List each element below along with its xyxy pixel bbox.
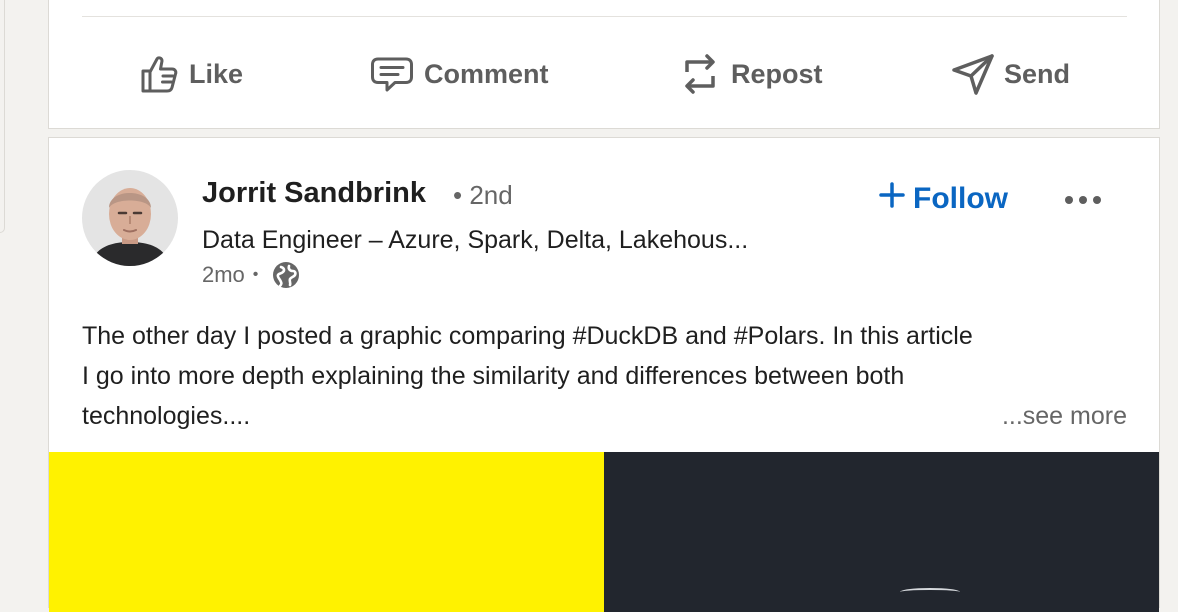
- author-name[interactable]: Jorrit Sandbrink: [202, 177, 426, 210]
- comment-icon: [370, 54, 414, 94]
- more-dot: [1093, 196, 1101, 204]
- send-label: Send: [1004, 58, 1071, 89]
- author-avatar[interactable]: [82, 170, 178, 266]
- more-dot: [1079, 196, 1087, 204]
- like-label: Like: [189, 58, 244, 89]
- author-headline: Data Engineer – Azure, Spark, Delta, Lak…: [202, 226, 749, 254]
- send-icon: [952, 53, 994, 95]
- repost-button[interactable]: Repost: [679, 34, 823, 114]
- repost-icon: [679, 51, 721, 97]
- plus-icon: [879, 182, 905, 216]
- post-body: The other day I posted a graphic compari…: [82, 316, 1127, 436]
- post-image[interactable]: [49, 452, 1159, 612]
- see-more-link[interactable]: ...see more: [1002, 396, 1127, 436]
- post-meta: 2mo •: [202, 261, 300, 289]
- post-age: 2mo: [202, 262, 245, 287]
- connection-degree: • 2nd: [453, 180, 513, 210]
- comment-button[interactable]: Comment: [370, 34, 549, 114]
- media-dark-panel: [604, 452, 1159, 612]
- globe-icon: [272, 261, 300, 289]
- follow-button[interactable]: Follow: [879, 182, 1008, 216]
- post-text-line: The other day I posted a graphic compari…: [82, 322, 973, 350]
- social-action-bar: Like Comment Repost Send: [49, 34, 1159, 114]
- thumbs-up-icon: [139, 54, 179, 94]
- media-graphic-fragment: [900, 588, 960, 596]
- left-panel-edge: [0, 0, 5, 233]
- send-button[interactable]: Send: [952, 34, 1070, 114]
- repost-label: Repost: [731, 58, 823, 89]
- post-text-line: I go into more depth explaining the simi…: [82, 362, 905, 390]
- previous-post-card: Like Comment Repost Send: [48, 0, 1160, 129]
- more-dot: [1065, 196, 1073, 204]
- more-options-button[interactable]: [1065, 196, 1101, 204]
- meta-separator: •: [252, 266, 259, 283]
- post-text-line: technologies....: [82, 402, 251, 430]
- feed-post-card: Jorrit Sandbrink • 2nd Data Engineer – A…: [48, 137, 1160, 612]
- social-counts-divider: [82, 16, 1127, 17]
- media-yellow-panel: [49, 452, 604, 612]
- like-button[interactable]: Like: [139, 34, 243, 114]
- follow-label: Follow: [913, 182, 1008, 215]
- comment-label: Comment: [424, 58, 549, 89]
